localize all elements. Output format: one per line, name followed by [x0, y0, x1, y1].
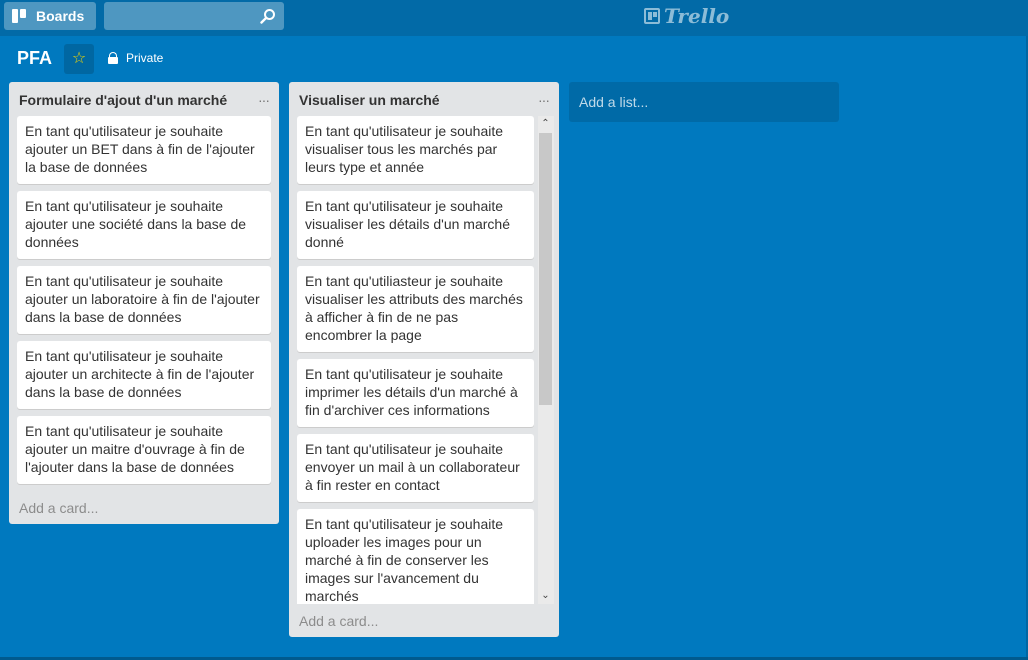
trello-logo[interactable]: Trello: [644, 4, 730, 28]
add-card-button[interactable]: Add a card...: [19, 500, 98, 516]
search-icon[interactable]: [260, 8, 276, 24]
card[interactable]: En tant qu'utilisateur je souhaite impri…: [297, 359, 534, 427]
search-box[interactable]: [104, 2, 284, 30]
boards-button[interactable]: Boards: [4, 2, 96, 30]
boards-label: Boards: [36, 8, 85, 24]
star-button[interactable]: ☆: [64, 44, 94, 74]
board-title[interactable]: PFA: [17, 48, 52, 69]
card[interactable]: En tant qu'utilisateur je souhaite ajout…: [17, 266, 271, 334]
scroll-down-arrow-icon[interactable]: ⌄: [538, 588, 553, 604]
card[interactable]: En tant qu'utilisateur je souhaite ajout…: [17, 416, 271, 484]
boards-icon: [12, 9, 26, 23]
search-input[interactable]: [104, 2, 270, 30]
list-menu-icon[interactable]: ···: [258, 92, 270, 108]
card[interactable]: En tant qu'utilisateur je souhaite ajout…: [17, 116, 271, 184]
card[interactable]: En tant qu'utilisateur je souhaite visua…: [297, 191, 534, 259]
scroll-up-arrow-icon[interactable]: ⌃: [538, 116, 553, 132]
card[interactable]: En tant qu'utiliasteur je souhaite visua…: [297, 266, 534, 352]
card[interactable]: En tant qu'utilisateur je souhaite uploa…: [297, 509, 534, 604]
add-card-button[interactable]: Add a card...: [299, 613, 378, 629]
visibility-button[interactable]: Private: [108, 51, 163, 65]
card[interactable]: En tant qu'utilisateur je souhaite ajout…: [17, 341, 271, 409]
list-visualiser: Visualiser un marché ··· En tant qu'util…: [289, 82, 559, 637]
scrollbar-thumb[interactable]: [539, 133, 552, 405]
list-title[interactable]: Visualiser un marché: [299, 92, 440, 108]
card-container: En tant qu'utilisateur je souhaite ajout…: [17, 116, 271, 491]
list-menu-icon[interactable]: ···: [538, 92, 550, 108]
card-scroll-area: En tant qu'utilisateur je souhaite visua…: [289, 116, 559, 604]
visibility-label: Private: [126, 51, 164, 65]
lock-icon: [108, 52, 118, 64]
trello-logo-icon: [644, 8, 660, 24]
card[interactable]: En tant qu'utilisateur je souhaite ajout…: [17, 191, 271, 259]
list-title[interactable]: Formulaire d'ajout d'un marché: [19, 92, 227, 108]
list-scrollbar[interactable]: ⌃ ⌄: [538, 116, 554, 604]
star-icon: ☆: [71, 50, 87, 67]
card[interactable]: En tant qu'utilisateur je souhaite visua…: [297, 116, 534, 184]
logo-text: Trello: [664, 4, 730, 28]
list-formulaire: Formulaire d'ajout d'un marché ··· En ta…: [9, 82, 279, 524]
add-list-button[interactable]: Add a list...: [569, 82, 839, 122]
top-header: Boards Trello: [0, 0, 1028, 36]
card[interactable]: En tant qu'utilisateur je souhaite envoy…: [297, 434, 534, 502]
